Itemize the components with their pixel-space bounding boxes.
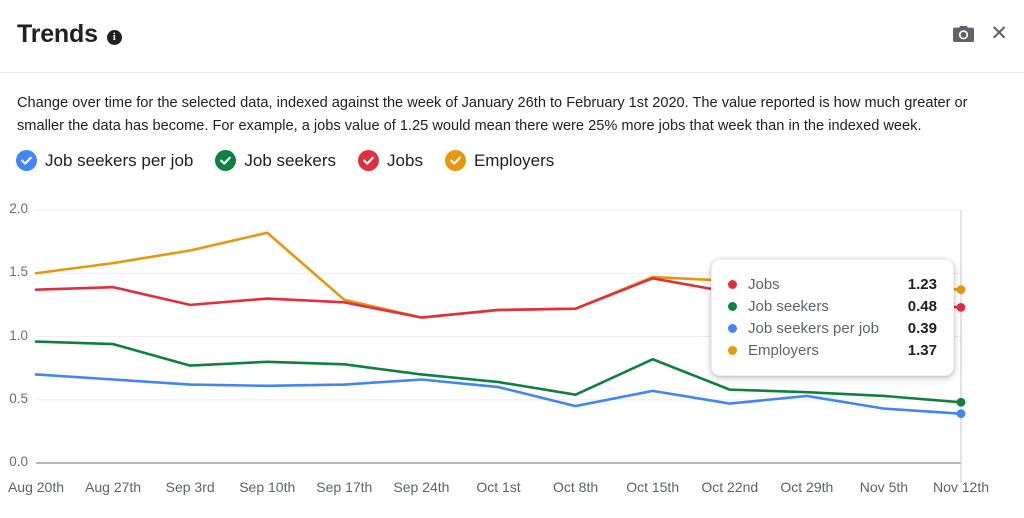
tooltip-row: Employers 1.37 [728,339,937,361]
tooltip-row: Job seekers per job 0.39 [728,317,937,339]
info-icon[interactable]: i [107,30,122,45]
chart-tooltip: Jobs 1.23 Job seekers 0.48 Job seekers p… [711,259,954,376]
x-axis-tick-label: Oct 15th [626,479,679,495]
tooltip-series-name: Jobs [748,276,899,293]
series-dot-icon [728,346,737,355]
tooltip-row: Job seekers 0.48 [728,295,937,317]
tooltip-series-name: Job seekers [748,298,899,315]
x-axis-tick-label: Nov 12th [933,479,989,495]
series-dot-icon [728,324,737,333]
check-circle-icon[interactable] [358,150,379,171]
close-icon[interactable]: ✕ [990,24,1008,44]
series-legend: Job seekers per job Job seekers Jobs Emp… [16,150,576,171]
legend-item-job-seekers-per-job[interactable]: Job seekers per job [16,150,193,171]
check-circle-icon[interactable] [445,150,466,171]
legend-item-employers[interactable]: Employers [445,150,554,171]
y-axis-tick-label: 0.5 [0,391,28,406]
legend-label: Jobs [387,151,423,171]
series-endpoint-dot [957,409,966,418]
legend-label: Job seekers [244,151,336,171]
x-axis-tick-label: Oct 8th [553,479,598,495]
series-endpoint-dot [957,398,966,407]
panel-header: Trends i ✕ [0,0,1024,73]
trends-panel: Trends i ✕ Change over time for the sele… [0,0,1024,518]
header-actions: ✕ [953,24,1008,44]
y-axis-tick-label: 2.0 [0,201,28,216]
x-axis-tick-label: Oct 29th [780,479,833,495]
description-text: Change over time for the selected data, … [17,92,1011,138]
series-dot-icon [728,302,737,311]
tooltip-series-value: 1.37 [899,342,937,359]
x-axis-tick-label: Nov 5th [860,479,908,495]
x-axis-tick-label: Sep 3rd [166,479,215,495]
series-endpoint-dot [957,285,966,294]
y-axis-tick-label: 1.5 [0,264,28,279]
tooltip-series-name: Employers [748,342,899,359]
check-circle-icon[interactable] [215,150,236,171]
legend-label: Employers [474,151,554,171]
legend-item-jobs[interactable]: Jobs [358,150,423,171]
legend-label: Job seekers per job [45,151,193,171]
y-axis-tick-label: 1.0 [0,328,28,343]
x-axis-tick-label: Sep 24th [393,479,449,495]
x-axis-tick-label: Sep 17th [316,479,372,495]
series-endpoint-dot [957,303,966,312]
page-title: Trends [17,20,98,49]
tooltip-series-name: Job seekers per job [748,320,899,337]
x-axis-tick-label: Oct 22nd [701,479,758,495]
x-axis-tick-label: Aug 27th [85,479,141,495]
title-group: Trends i [17,20,122,49]
x-axis-tick-label: Aug 20th [8,479,64,495]
tooltip-row: Jobs 1.23 [728,273,937,295]
check-circle-icon[interactable] [16,150,37,171]
series-dot-icon [728,280,737,289]
x-axis-tick-label: Oct 1st [476,479,520,495]
x-axis-tick-label: Sep 10th [239,479,295,495]
tooltip-series-value: 1.23 [899,276,937,293]
tooltip-series-value: 0.48 [899,298,937,315]
legend-item-job-seekers[interactable]: Job seekers [215,150,336,171]
camera-icon[interactable] [953,25,974,43]
y-axis-tick-label: 0.0 [0,454,28,469]
tooltip-series-value: 0.39 [899,320,937,337]
